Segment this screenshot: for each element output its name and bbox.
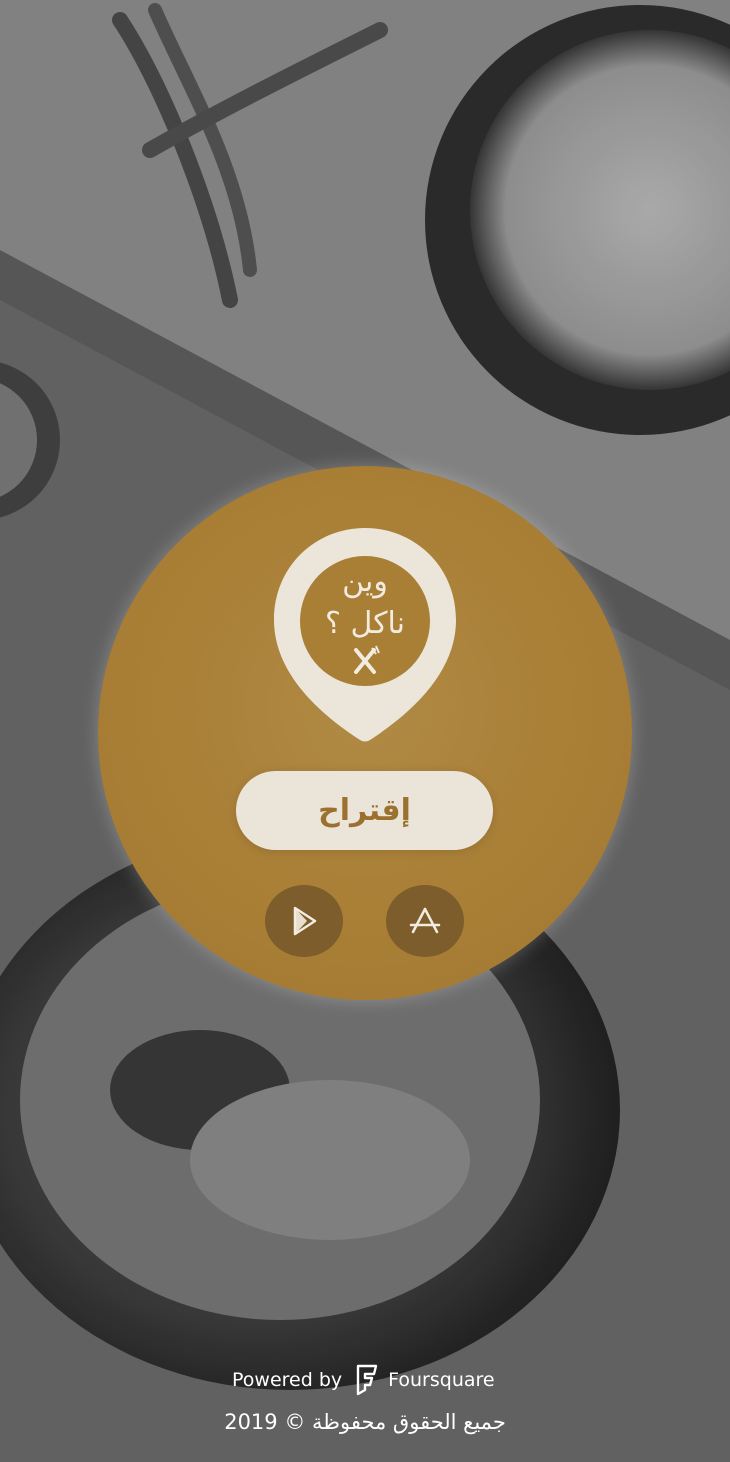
foursquare-icon bbox=[356, 1364, 378, 1396]
powered-by-foursquare[interactable]: Powered by Foursquare bbox=[232, 1362, 502, 1398]
foursquare-brand-text: Foursquare bbox=[388, 1369, 495, 1391]
google-play-button[interactable] bbox=[265, 885, 343, 957]
play-store-icon bbox=[293, 906, 317, 936]
app-store-button[interactable] bbox=[386, 885, 464, 957]
logo-text-line1: وين bbox=[342, 564, 388, 599]
app-store-icon bbox=[409, 907, 441, 934]
logo-text-line2: ناكل ؟ bbox=[325, 606, 405, 641]
copyright-text: جميع الحقوق محفوظة © 2019 bbox=[224, 1410, 506, 1434]
powered-by-text: Powered by bbox=[232, 1369, 343, 1391]
suggest-button[interactable]: إقتراح bbox=[236, 771, 493, 850]
app-logo: وين ناكل ؟ bbox=[272, 526, 458, 746]
